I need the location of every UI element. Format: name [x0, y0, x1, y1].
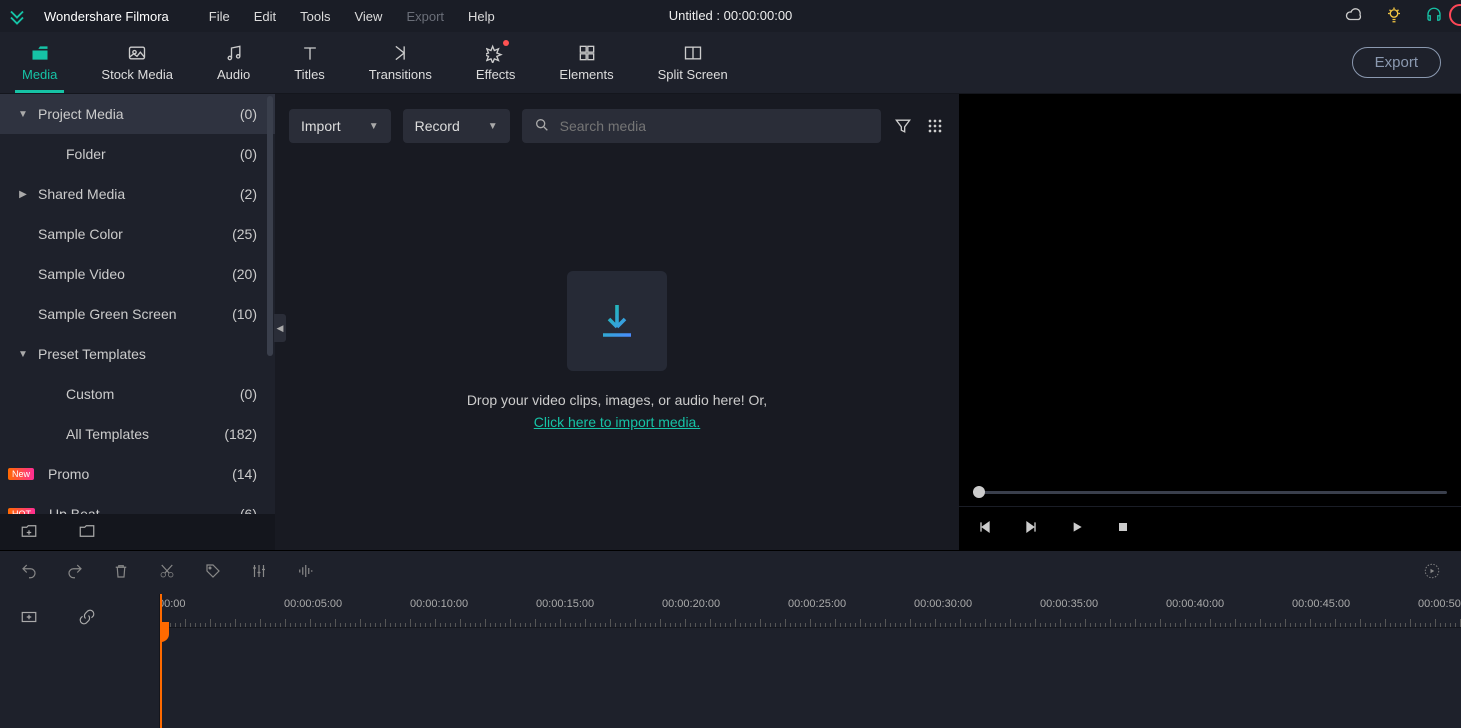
- project-title: Untitled : 00:00:00:00: [669, 8, 793, 23]
- app-name: Wondershare Filmora: [44, 9, 169, 24]
- sidebar-item[interactable]: Folder(0): [0, 134, 275, 174]
- next-frame-button[interactable]: [1023, 519, 1039, 538]
- menu-tools[interactable]: Tools: [300, 9, 330, 24]
- timeline-tools: [0, 550, 1461, 594]
- prev-frame-button[interactable]: [977, 519, 993, 538]
- search-input[interactable]: [560, 118, 869, 134]
- import-link[interactable]: Click here to import media.: [534, 414, 701, 430]
- titlebar: Wondershare Filmora File Edit Tools View…: [0, 0, 1461, 32]
- tab-stock-media[interactable]: Stock Media: [79, 32, 195, 93]
- render-preview-button[interactable]: [1423, 562, 1441, 583]
- preview-seek-slider[interactable]: [959, 478, 1461, 506]
- menu-view[interactable]: View: [354, 9, 382, 24]
- sidebar-scrollbar[interactable]: [267, 96, 273, 356]
- folder-icon[interactable]: [78, 522, 96, 543]
- sidebar-item[interactable]: HOTUp Beat(6): [0, 494, 275, 514]
- sidebar-item[interactable]: ▼Preset Templates: [0, 334, 275, 374]
- record-dropdown[interactable]: Record▼: [403, 109, 510, 143]
- cut-button[interactable]: [158, 562, 176, 583]
- tab-transitions[interactable]: Transitions: [347, 32, 454, 93]
- preview-screen: [959, 94, 1461, 478]
- titlebar-right: [1345, 6, 1453, 27]
- undo-button[interactable]: [20, 562, 38, 583]
- add-track-button[interactable]: [20, 608, 38, 629]
- sidebar-item[interactable]: Sample Color(25): [0, 214, 275, 254]
- timeline: 00:0000:00:05:0000:00:10:0000:00:15:0000…: [0, 594, 1461, 728]
- adjust-button[interactable]: [250, 562, 268, 583]
- stop-button[interactable]: [1115, 519, 1131, 538]
- drop-text: Drop your video clips, images, or audio …: [467, 389, 767, 434]
- export-button[interactable]: Export: [1352, 47, 1441, 78]
- tab-split-screen[interactable]: Split Screen: [636, 32, 750, 93]
- add-folder-icon[interactable]: [20, 522, 38, 543]
- main-toolbar: Media Stock Media Audio Titles Transitio…: [0, 32, 1461, 94]
- app-logo-icon: [8, 7, 26, 25]
- play-button[interactable]: [1069, 519, 1085, 538]
- notification-dot-icon: [503, 40, 509, 46]
- chevron-down-icon: ▼: [369, 121, 379, 132]
- menu-file[interactable]: File: [209, 9, 230, 24]
- sidebar-item[interactable]: Sample Green Screen(10): [0, 294, 275, 334]
- menu-bar: File Edit Tools View Export Help: [209, 9, 495, 24]
- search-wrap: [522, 109, 881, 143]
- import-dropdown[interactable]: Import▼: [289, 109, 391, 143]
- content-toolbar: Import▼ Record▼: [275, 98, 959, 154]
- link-button[interactable]: [78, 608, 96, 629]
- timeline-ruler-area[interactable]: 00:0000:00:05:0000:00:10:0000:00:15:0000…: [160, 594, 1461, 728]
- audio-mixer-button[interactable]: [296, 562, 314, 583]
- collapse-sidebar-handle[interactable]: ◀: [274, 314, 286, 342]
- redo-button[interactable]: [66, 562, 84, 583]
- drop-zone[interactable]: Drop your video clips, images, or audio …: [275, 154, 959, 550]
- grid-view-icon[interactable]: [925, 116, 945, 136]
- sidebar-item[interactable]: ▶Shared Media(2): [0, 174, 275, 214]
- menu-help[interactable]: Help: [468, 9, 495, 24]
- content-area: ◀ Import▼ Record▼ Drop your video clips,…: [275, 94, 959, 550]
- sidebar-item[interactable]: NewPromo(14): [0, 454, 275, 494]
- delete-button[interactable]: [112, 562, 130, 583]
- cloud-icon[interactable]: [1345, 6, 1363, 27]
- sidebar-footer: [0, 514, 275, 550]
- tab-media[interactable]: Media: [0, 32, 79, 93]
- sidebar-item[interactable]: ▼Project Media(0): [0, 94, 275, 134]
- sidebar-item[interactable]: Custom(0): [0, 374, 275, 414]
- chevron-down-icon: ▼: [488, 121, 498, 132]
- lightbulb-icon[interactable]: [1385, 6, 1403, 27]
- menu-edit[interactable]: Edit: [254, 9, 276, 24]
- menu-export: Export: [406, 9, 444, 24]
- filter-icon[interactable]: [893, 116, 913, 136]
- timeline-left-controls: [0, 594, 160, 728]
- preview-panel: [959, 94, 1461, 550]
- sidebar: ▼Project Media(0)Folder(0)▶Shared Media(…: [0, 94, 275, 550]
- sidebar-item[interactable]: Sample Video(20): [0, 254, 275, 294]
- tab-audio[interactable]: Audio: [195, 32, 272, 93]
- headset-icon[interactable]: [1425, 6, 1443, 27]
- tab-effects[interactable]: Effects: [454, 32, 538, 93]
- import-drop-icon: [567, 271, 667, 371]
- tag-button[interactable]: [204, 562, 222, 583]
- tab-titles[interactable]: Titles: [272, 32, 347, 93]
- preview-controls: [959, 506, 1461, 550]
- search-icon: [534, 117, 550, 136]
- playhead[interactable]: [160, 594, 162, 728]
- sidebar-item[interactable]: All Templates(182): [0, 414, 275, 454]
- tab-elements[interactable]: Elements: [537, 32, 635, 93]
